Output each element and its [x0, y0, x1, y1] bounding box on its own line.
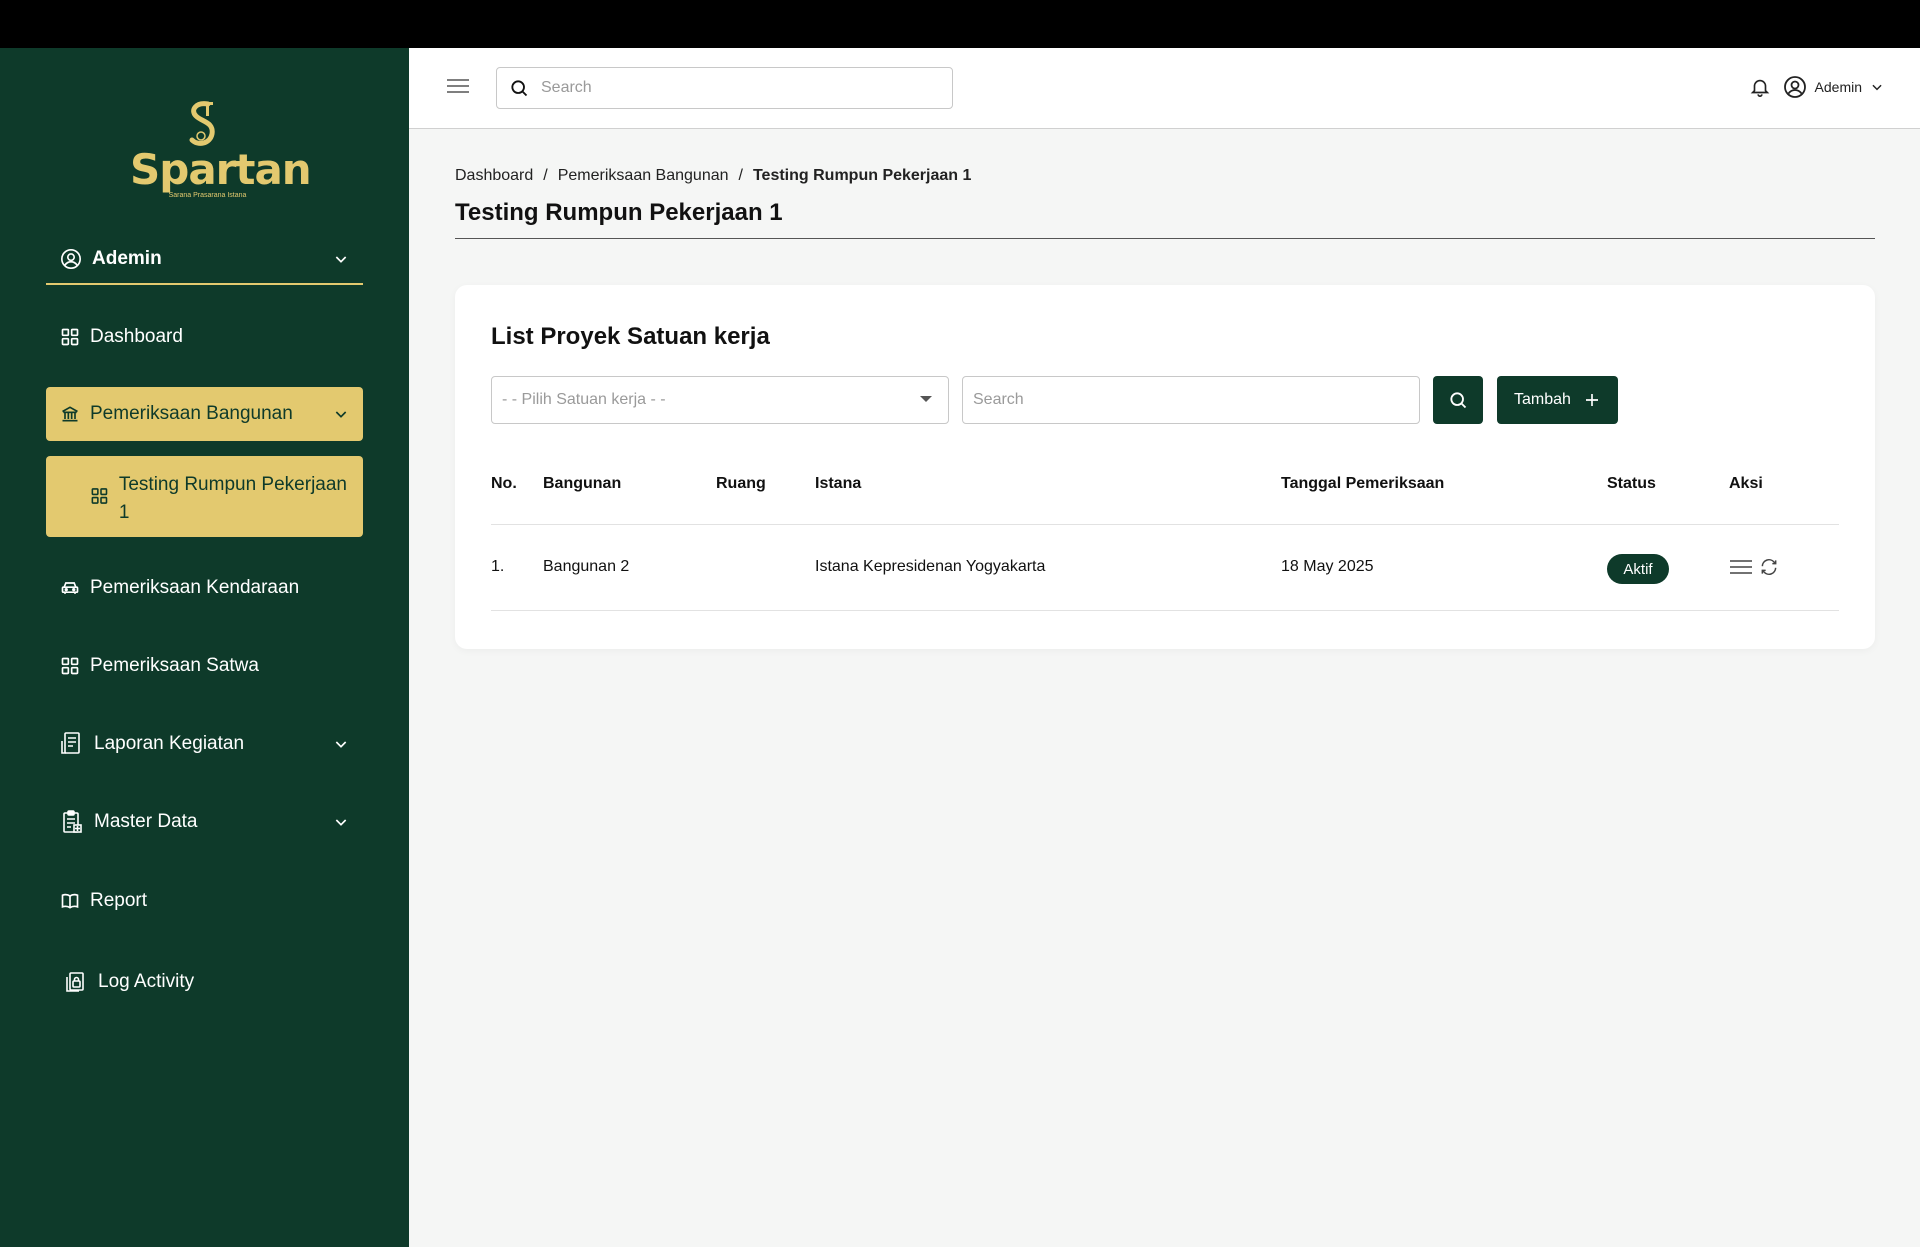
- sidebar-item-label: Laporan Kegiatan: [94, 733, 245, 754]
- search-icon: [511, 80, 528, 97]
- column-header-istana: Istana: [815, 475, 862, 492]
- satuan-kerja-select[interactable]: - - Pilih Satuan kerja - -: [491, 376, 949, 424]
- book-icon: [61, 893, 79, 909]
- bank-icon: [62, 406, 78, 422]
- header-search-input[interactable]: [541, 79, 921, 97]
- sidebar-item-label: Report: [90, 890, 148, 911]
- sidebar-item-log-activity[interactable]: Log Activity: [46, 958, 363, 1006]
- sidebar-subitem-testing-rumpun[interactable]: Testing Rumpun Pekerjaan 1: [46, 456, 363, 537]
- tambah-button[interactable]: Tambah: [1497, 376, 1618, 424]
- refresh-icon[interactable]: [1759, 557, 1779, 577]
- status-badge: Aktif: [1607, 554, 1669, 584]
- table-cell-bangunan: Bangunan 2: [543, 558, 630, 575]
- sidebar-item-master-data[interactable]: Master Data: [46, 798, 363, 846]
- breadcrumb-separator: /: [543, 167, 548, 184]
- report-icon: [61, 732, 80, 754]
- search-button[interactable]: [1433, 376, 1483, 424]
- sidebar-item-pemeriksaan-kendaraan[interactable]: Pemeriksaan Kendaraan: [46, 564, 363, 612]
- project-list-card: List Proyek Satuan kerja - - Pilih Satua…: [455, 285, 1875, 649]
- sidebar-user-menu[interactable]: Ademin: [46, 235, 363, 285]
- sidebar-item-label: Testing Rumpun Pekerjaan 1: [118, 474, 347, 523]
- card-search[interactable]: [962, 376, 1420, 424]
- sidebar-user-name: Ademin: [92, 248, 162, 269]
- user-circle-icon: [61, 249, 81, 269]
- grid-icon: [61, 328, 79, 346]
- brand-subtitle: Sarana Prasarana Istana: [168, 192, 247, 199]
- sidebar-item-label: Pemeriksaan Bangunan: [90, 403, 293, 424]
- breadcrumb-link-pemeriksaan-bangunan[interactable]: Pemeriksaan Bangunan: [558, 167, 729, 185]
- plus-icon: [1585, 394, 1598, 406]
- header-user-menu[interactable]: Ademin: [1783, 75, 1884, 99]
- sidebar-item-label: Master Data: [94, 811, 198, 832]
- top-header: Ademin: [409, 48, 1920, 129]
- sidebar-item-pemeriksaan-bangunan[interactable]: Pemeriksaan Bangunan: [46, 387, 363, 441]
- sidebar-item-dashboard[interactable]: Dashboard: [46, 313, 363, 361]
- breadcrumb-link-dashboard[interactable]: Dashboard: [455, 167, 533, 185]
- user-circle-icon: [1783, 76, 1806, 98]
- chevron-down-icon: [335, 819, 347, 826]
- sidebar-item-label: Log Activity: [98, 971, 195, 992]
- grid-icon: [91, 488, 108, 504]
- sidebar-item-label: Pemeriksaan Kendaraan: [90, 577, 300, 598]
- car-icon: [61, 582, 79, 594]
- page-title: Testing Rumpun Pekerjaan 1: [455, 199, 783, 226]
- table-row-divider: [491, 610, 1839, 611]
- title-divider: [455, 238, 1875, 239]
- clipboard-icon: [63, 810, 82, 833]
- chevron-down-icon: [1872, 84, 1882, 91]
- spartan-logo[interactable]: Spartan Sarana Prasarana Istana: [130, 100, 312, 200]
- breadcrumb-separator: /: [738, 167, 743, 184]
- table-cell-no: 1.: [491, 558, 505, 575]
- hamburger-menu-icon[interactable]: [447, 78, 469, 94]
- chevron-down-icon: [335, 411, 347, 418]
- table-header-divider: [491, 524, 1839, 525]
- card-title: List Proyek Satuan kerja: [491, 323, 770, 350]
- column-header-bangunan: Bangunan: [543, 475, 622, 492]
- header-user-name: Ademin: [1814, 79, 1862, 95]
- sidebar-item-label: Pemeriksaan Satwa: [90, 655, 259, 676]
- select-placeholder: - - Pilih Satuan kerja - -: [502, 391, 666, 408]
- grid-icon: [61, 657, 79, 675]
- header-right: Ademin: [1749, 75, 1884, 99]
- list-detail-icon[interactable]: [1729, 558, 1753, 576]
- breadcrumb: Dashboard / Pemeriksaan Bangunan / Testi…: [455, 167, 971, 185]
- header-search[interactable]: [496, 67, 953, 109]
- column-header-ruang: Ruang: [716, 475, 766, 492]
- search-icon: [1450, 392, 1467, 409]
- chevron-down-icon: [335, 741, 347, 748]
- sidebar-item-report[interactable]: Report: [46, 877, 363, 925]
- chevron-down-icon: [335, 256, 347, 263]
- bell-icon[interactable]: [1749, 75, 1771, 99]
- sidebar-item-laporan-kegiatan[interactable]: Laporan Kegiatan: [46, 720, 363, 768]
- log-icon: [66, 972, 84, 992]
- sidebar-item-pemeriksaan-satwa[interactable]: Pemeriksaan Satwa: [46, 642, 363, 690]
- caret-down-icon: [920, 396, 932, 402]
- tambah-button-label: Tambah: [1514, 391, 1571, 408]
- column-header-aksi: Aksi: [1729, 475, 1763, 492]
- row-actions: [1729, 557, 1779, 577]
- table-cell-istana: Istana Kepresidenan Yogyakarta: [815, 558, 1046, 575]
- top-black-bar: [0, 0, 1920, 48]
- table-cell-tanggal: 18 May 2025: [1281, 558, 1374, 575]
- brand-name: Spartan: [130, 145, 312, 194]
- sidebar-item-label: Dashboard: [90, 326, 183, 347]
- column-header-tanggal: Tanggal Pemeriksaan: [1281, 475, 1445, 492]
- card-search-input[interactable]: [973, 391, 1403, 409]
- column-header-no: No.: [491, 475, 517, 492]
- column-header-status: Status: [1607, 475, 1656, 492]
- breadcrumb-current: Testing Rumpun Pekerjaan 1: [752, 167, 972, 184]
